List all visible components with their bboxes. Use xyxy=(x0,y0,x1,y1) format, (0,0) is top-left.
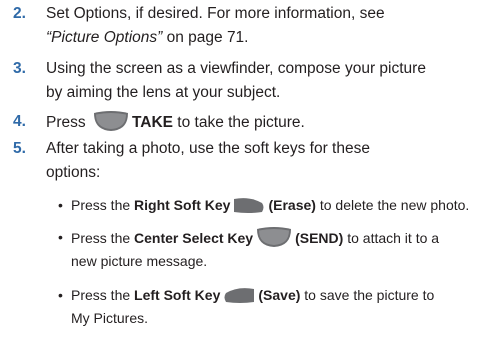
key-name: Left Soft Key xyxy=(134,287,221,303)
step-text-line: Set Options, if desired. For more inform… xyxy=(46,5,385,22)
step-text: Press TAKE to take the picture. xyxy=(46,110,469,135)
key-action: (Erase) xyxy=(268,197,316,213)
step-number: 5. xyxy=(13,140,26,157)
cross-reference: “Picture Options” xyxy=(46,29,163,46)
step-text-line: on page 71. xyxy=(162,29,249,46)
step-number: 2. xyxy=(13,5,26,22)
step-text-line: Using the screen as a viewfinder, compos… xyxy=(46,60,426,77)
left-soft-key-icon xyxy=(224,288,255,303)
step-text: Using the screen as a viewfinder, compos… xyxy=(46,57,469,105)
bullet-text-part: to delete the new photo. xyxy=(315,197,470,213)
bullet-dot: • xyxy=(58,287,63,303)
bullet-text-part: Press the xyxy=(71,230,135,246)
step-text: After taking a photo, use the soft keys … xyxy=(46,137,469,185)
bullet-text: Press the Left Soft Key (Save) to save th… xyxy=(71,284,471,330)
right-soft-key-icon xyxy=(234,198,264,213)
key-action: (SEND) xyxy=(295,230,344,246)
key-label: TAKE xyxy=(131,114,173,131)
step-number: 3. xyxy=(13,60,26,77)
step-text-line: Press xyxy=(46,114,90,131)
bullet-text-part: Press the xyxy=(71,287,135,303)
bullet-text-part: new picture message. xyxy=(71,253,208,269)
manual-page: 2. Set Options, if desired. For more inf… xyxy=(0,0,477,360)
center-select-key-icon xyxy=(93,111,128,131)
step-text-line: After taking a photo, use the soft keys … xyxy=(46,140,370,157)
bullet-text-part: to save the picture to xyxy=(300,287,435,303)
bullet-text-part: Press the xyxy=(71,197,135,213)
bullet-text: Press the Center Select Key (SEND) to att… xyxy=(71,226,471,273)
key-action: (Save) xyxy=(258,287,301,303)
bullet-dot: • xyxy=(58,197,63,213)
bullet-dot: • xyxy=(58,229,63,245)
step-text: Set Options, if desired. For more inform… xyxy=(46,2,469,50)
step-number: 4. xyxy=(13,113,26,130)
center-select-key-icon xyxy=(257,227,292,247)
step-text-line: to take the picture. xyxy=(172,114,305,131)
key-name: Right Soft Key xyxy=(134,197,231,213)
step-text-line: by aiming the lens at your subject. xyxy=(46,84,281,101)
bullet-text-part: to attach it to a xyxy=(343,230,440,246)
bullet-text: Press the Right Soft Key (Erase) to delet… xyxy=(71,194,471,217)
step-text-line: options: xyxy=(46,164,101,181)
bullet-text-part: My Pictures. xyxy=(71,310,149,326)
key-name: Center Select Key xyxy=(134,230,254,246)
